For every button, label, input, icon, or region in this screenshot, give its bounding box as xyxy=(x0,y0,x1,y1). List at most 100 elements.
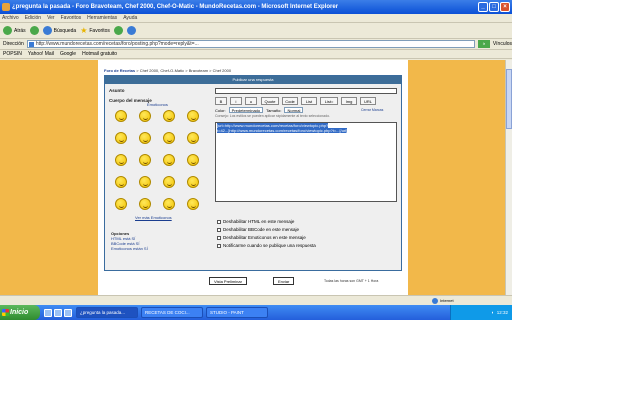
subject-input[interactable] xyxy=(215,88,397,94)
url-button[interactable]: URL xyxy=(360,97,376,105)
link-yahoo-mail[interactable]: Yahoo! Mail xyxy=(28,51,54,57)
link-popsin[interactable]: POPSIN xyxy=(3,51,22,57)
help-tip: Consejo: Los estilos se pueden aplicar r… xyxy=(215,114,330,118)
code-button[interactable]: Code xyxy=(282,97,298,105)
bold-button[interactable]: B xyxy=(215,97,227,105)
smiley-icon[interactable] xyxy=(139,176,151,188)
submit-button[interactable]: Enviar xyxy=(273,277,295,285)
breadcrumb: Foro de Recetas > Chef 2000, Chef-O-Mati… xyxy=(104,68,232,73)
minimize-button[interactable]: _ xyxy=(478,2,488,12)
smiley-icon[interactable] xyxy=(163,198,175,210)
smiley-icon[interactable] xyxy=(187,132,199,144)
smiley-icon[interactable] xyxy=(187,198,199,210)
taskbar-item-forum[interactable]: ¿pregunta la pasada... xyxy=(76,307,138,318)
disable-bbcode-option[interactable]: Deshabilitar BBCode en este mensaje xyxy=(217,226,316,234)
links-label[interactable]: Vínculos xyxy=(493,41,512,47)
disable-emoticons-option[interactable]: Deshabilitar Emoticonos en este mensaje xyxy=(217,234,316,242)
smiley-icon[interactable] xyxy=(163,154,175,166)
history-button[interactable] xyxy=(113,26,123,35)
menu-ayuda[interactable]: Ayuda xyxy=(123,14,137,22)
link-hotmail[interactable]: Hotmail gratuito xyxy=(82,51,117,57)
more-emoticons-link[interactable]: Ver más Emoticonos xyxy=(135,215,172,220)
message-textarea[interactable]: [url=http://www.mundorecetas.com/recetas… xyxy=(215,122,397,202)
smiley-icon[interactable] xyxy=(139,198,151,210)
font-color-label: Color: xyxy=(215,107,226,113)
window-controls: _ □ × xyxy=(478,2,510,12)
back-button[interactable]: Atrás xyxy=(3,26,26,35)
checkbox[interactable] xyxy=(217,236,221,240)
mail-icon xyxy=(126,26,136,35)
star-icon: ★ xyxy=(80,25,88,35)
search-button[interactable]: Búsqueda xyxy=(42,26,76,35)
smiley-icon[interactable] xyxy=(115,154,127,166)
link-google[interactable]: Google xyxy=(60,51,76,57)
favorites-button[interactable]: ★ Favoritos xyxy=(80,25,110,35)
quote-button[interactable]: Quote xyxy=(261,97,279,105)
menu-archivo[interactable]: Archivo xyxy=(2,14,19,22)
volume-icon[interactable]: ◖ xyxy=(491,310,494,315)
disable-html-option[interactable]: Deshabilitar HTML en este mensaje xyxy=(217,218,316,226)
font-size-select[interactable]: Normal xyxy=(284,107,304,113)
checkbox[interactable] xyxy=(217,228,221,232)
smiley-icon[interactable] xyxy=(139,154,151,166)
menu-bar: Archivo Edición Ver Favoritos Herramient… xyxy=(0,14,512,23)
smiley-icon[interactable] xyxy=(187,176,199,188)
smiley-icon[interactable] xyxy=(187,154,199,166)
checkbox[interactable] xyxy=(217,244,221,248)
vertical-scrollbar[interactable] xyxy=(505,60,512,295)
font-options: Color: Predeterminado Tamaño: Normal xyxy=(215,107,304,113)
search-icon xyxy=(42,26,52,35)
emoticons-panel: Emoticonos xyxy=(111,102,207,210)
smiley-icon[interactable] xyxy=(115,198,127,210)
smiley-icon[interactable] xyxy=(163,132,175,144)
address-bar: Dirección http://www.mundorecetas.com/re… xyxy=(0,39,512,50)
taskbar-item-paint[interactable]: STUDIO - PAINT xyxy=(206,307,268,318)
close-tags-link[interactable]: Cerrar Marcas xyxy=(361,108,383,112)
smiley-icon[interactable] xyxy=(115,176,127,188)
checkbox[interactable] xyxy=(217,220,221,224)
menu-ver[interactable]: Ver xyxy=(47,14,55,22)
close-button[interactable]: × xyxy=(500,2,510,12)
emoticons-title: Emoticonos xyxy=(147,102,168,107)
menu-favoritos[interactable]: Favoritos xyxy=(61,14,82,22)
form-header: Publicar una respuesta xyxy=(105,76,401,84)
smiley-icon[interactable] xyxy=(187,110,199,122)
italic-button[interactable]: i xyxy=(230,97,242,105)
list-button[interactable]: List xyxy=(301,97,317,105)
window-title: ¿pregunta la pasada - Foro Bravoteam, Ch… xyxy=(12,4,339,10)
smiley-icon[interactable] xyxy=(163,176,175,188)
go-button[interactable]: Ir xyxy=(477,40,490,48)
forward-button[interactable] xyxy=(29,26,39,35)
notify-reply-option[interactable]: Notificarme cuando se publique una respu… xyxy=(217,242,316,250)
list-numbered-button[interactable]: List= xyxy=(320,97,338,105)
desktop-icon[interactable] xyxy=(44,308,52,317)
address-input[interactable]: http://www.mundorecetas.com/recetas/foro… xyxy=(26,40,475,48)
title-bar: ¿pregunta la pasada - Foro Bravoteam, Ch… xyxy=(0,0,512,14)
menu-herramientas[interactable]: Herramientas xyxy=(87,14,117,22)
forum-page: Foro de Recetas > Chef 2000, Chef-O-Mati… xyxy=(98,60,408,295)
underline-button[interactable]: u xyxy=(245,97,257,105)
breadcrumb-home[interactable]: Foro de Recetas xyxy=(104,68,135,73)
smiley-icon[interactable] xyxy=(139,110,151,122)
page-viewport: Foro de Recetas > Chef 2000, Chef-O-Mati… xyxy=(0,60,505,295)
smiley-icon[interactable] xyxy=(139,132,151,144)
media-icon[interactable] xyxy=(64,308,72,317)
font-color-select[interactable]: Predeterminado xyxy=(228,107,264,113)
reply-form: Publicar una respuesta Asunto Cuerpo del… xyxy=(104,75,402,285)
menu-edicion[interactable]: Edición xyxy=(25,14,41,22)
maximize-button[interactable]: □ xyxy=(489,2,499,12)
smiley-icon[interactable] xyxy=(115,132,127,144)
img-button[interactable]: Img xyxy=(341,97,357,105)
taskbar-item-recetas[interactable]: RECETAS DE COCI... xyxy=(141,307,203,318)
subject-label: Asunto xyxy=(109,88,125,93)
smiley-icon[interactable] xyxy=(115,110,127,122)
system-tray: ◖ 12:32 xyxy=(450,305,512,320)
start-button[interactable]: Inicio xyxy=(0,305,40,320)
post-options: Deshabilitar HTML en este mensaje Deshab… xyxy=(217,218,316,250)
mail-button[interactable] xyxy=(126,26,136,35)
preview-button[interactable]: Vista Preliminar xyxy=(209,277,247,285)
smiley-icon[interactable] xyxy=(163,110,175,122)
history-icon xyxy=(113,26,123,35)
scrollbar-thumb[interactable] xyxy=(506,69,512,129)
ie-quick-icon[interactable] xyxy=(54,308,62,317)
